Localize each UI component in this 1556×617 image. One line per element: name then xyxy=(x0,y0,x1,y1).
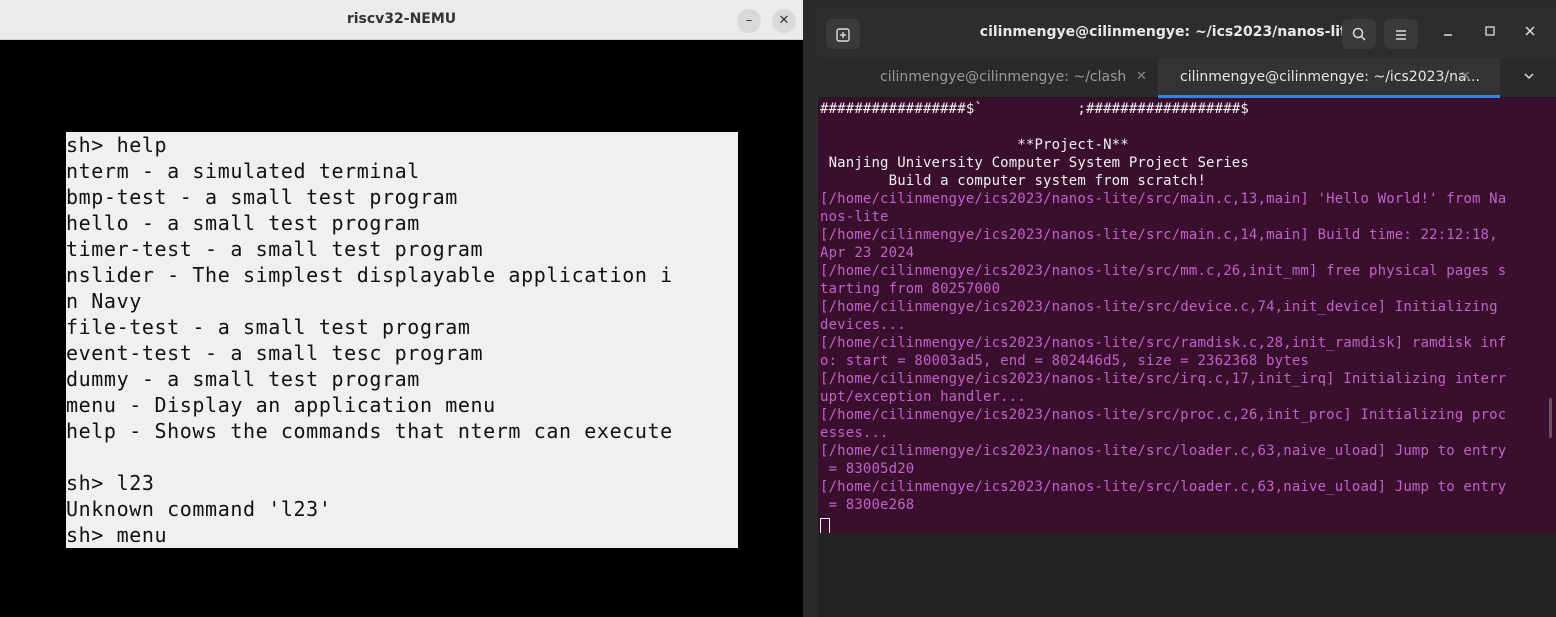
terminal-output-line: [/home/cilinmengye/ics2023/nanos-lite/sr… xyxy=(820,479,1507,495)
nemu-output-line: Unknown command 'l23' xyxy=(66,497,332,521)
terminal-output-line: Nanjing University Computer System Proje… xyxy=(820,155,1249,171)
nemu-output-line: hello - a small test program xyxy=(66,211,420,235)
terminal-output-line: tarting from 80257000 xyxy=(820,281,1001,297)
nemu-output-line: timer-test - a small test program xyxy=(66,237,484,261)
scrollbar[interactable] xyxy=(1549,398,1552,438)
terminal-output-line: esses... xyxy=(820,425,889,441)
terminal-output-line: [/home/cilinmengye/ics2023/nanos-lite/sr… xyxy=(820,407,1507,423)
terminal-empty-area xyxy=(818,533,1556,617)
new-tab-icon[interactable] xyxy=(826,19,860,49)
nemu-output-line: sh> menu xyxy=(66,523,168,547)
nemu-display[interactable]: sh> help nterm - a simulated terminal bmp-… xyxy=(66,132,738,548)
terminal-window-title: cilinmengye@cilinmengye: ~/ics2023/nanos… xyxy=(979,24,1357,40)
nemu-output-line: dummy - a small test program xyxy=(66,367,420,391)
terminal-output-line: [/home/cilinmengye/ics2023/nanos-lite/sr… xyxy=(820,191,1507,207)
terminal-output-line: = 83005d20 xyxy=(820,461,915,477)
nemu-window: riscv32-NEMU – ✕ sh> help nterm - a simul… xyxy=(0,0,803,617)
terminal-output-line: devices... xyxy=(820,317,906,333)
nemu-output-line xyxy=(66,444,738,470)
terminal-output-line: #################$` ;##################$ xyxy=(820,101,1249,117)
terminal-output-line: [/home/cilinmengye/ics2023/nanos-lite/sr… xyxy=(820,263,1507,279)
nemu-output-line: sh> help xyxy=(66,133,168,157)
terminal-output-line: Build a computer system from scratch! xyxy=(820,173,1207,189)
maximize-icon[interactable] xyxy=(1478,22,1502,46)
nemu-output-line: nslider - The simplest displayable appli… xyxy=(66,263,673,287)
terminal-output-line: [/home/cilinmengye/ics2023/nanos-lite/sr… xyxy=(820,227,1498,243)
terminal-tab-bar: cilinmengye@cilinmengye: ~/clash ✕ cilin… xyxy=(818,58,1556,98)
tab-label: cilinmengye@cilinmengye: ~/clash xyxy=(880,69,1127,85)
terminal-headerbar[interactable]: cilinmengye@cilinmengye: ~/ics2023/nanos… xyxy=(818,8,1556,58)
nemu-output-line: event-test - a small tesc program xyxy=(66,341,484,365)
tab-nanos-lite[interactable]: cilinmengye@cilinmengye: ~/ics2023/na...… xyxy=(1158,58,1500,98)
tab-label: cilinmengye@cilinmengye: ~/ics2023/na... xyxy=(1180,69,1480,85)
terminal-output-line: [/home/cilinmengye/ics2023/nanos-lite/sr… xyxy=(820,443,1507,459)
terminal-output-line: [/home/cilinmengye/ics2023/nanos-lite/sr… xyxy=(820,299,1498,315)
text-cursor xyxy=(820,518,830,533)
terminal-prompt-line[interactable] xyxy=(820,514,1556,533)
terminal-output[interactable]: #################$` ;##################$… xyxy=(818,98,1556,533)
minimize-icon[interactable] xyxy=(1436,22,1460,46)
search-icon[interactable] xyxy=(1342,19,1376,49)
nemu-output-line: file-test - a small test program xyxy=(66,315,471,339)
terminal-output-line: Apr 23 2024 xyxy=(820,245,915,261)
terminal-output-line: [/home/cilinmengye/ics2023/nanos-lite/sr… xyxy=(820,371,1507,387)
close-icon[interactable]: ✕ xyxy=(1136,58,1147,96)
nemu-window-title: riscv32-NEMU xyxy=(346,11,457,27)
nemu-output-line: bmp-test - a small test program xyxy=(66,185,458,209)
chevron-down-icon[interactable] xyxy=(1523,70,1535,86)
close-icon[interactable] xyxy=(1518,22,1542,46)
nemu-output-line: menu - Display an application menu xyxy=(66,393,496,417)
nemu-output-line: help - Shows the commands that nterm can… xyxy=(66,419,673,443)
terminal-window: cilinmengye@cilinmengye: ~/ics2023/nanos… xyxy=(818,8,1556,617)
minimize-icon[interactable]: – xyxy=(737,9,761,33)
terminal-output-line: **Project-N** xyxy=(820,137,1129,153)
terminal-output-line: = 8300e268 xyxy=(820,497,915,513)
nemu-output-line: n Navy xyxy=(66,289,142,313)
terminal-output-line: [/home/cilinmengye/ics2023/nanos-lite/sr… xyxy=(820,335,1507,351)
tab-clash[interactable]: cilinmengye@cilinmengye: ~/clash ✕ xyxy=(818,58,1158,98)
close-icon[interactable]: ✕ xyxy=(1460,58,1471,96)
terminal-output-line: nos-lite xyxy=(820,209,889,225)
nemu-output-line: nterm - a simulated terminal xyxy=(66,159,420,183)
nemu-output-line: sh> l23 xyxy=(66,471,155,495)
hamburger-menu-icon[interactable] xyxy=(1384,19,1418,49)
terminal-output-line: upt/exception handler... xyxy=(820,389,1026,405)
terminal-output-line: o: start = 80003ad5, end = 802446d5, siz… xyxy=(820,353,1309,369)
close-icon[interactable]: ✕ xyxy=(772,9,796,33)
nemu-titlebar[interactable]: riscv32-NEMU – ✕ xyxy=(0,0,803,40)
